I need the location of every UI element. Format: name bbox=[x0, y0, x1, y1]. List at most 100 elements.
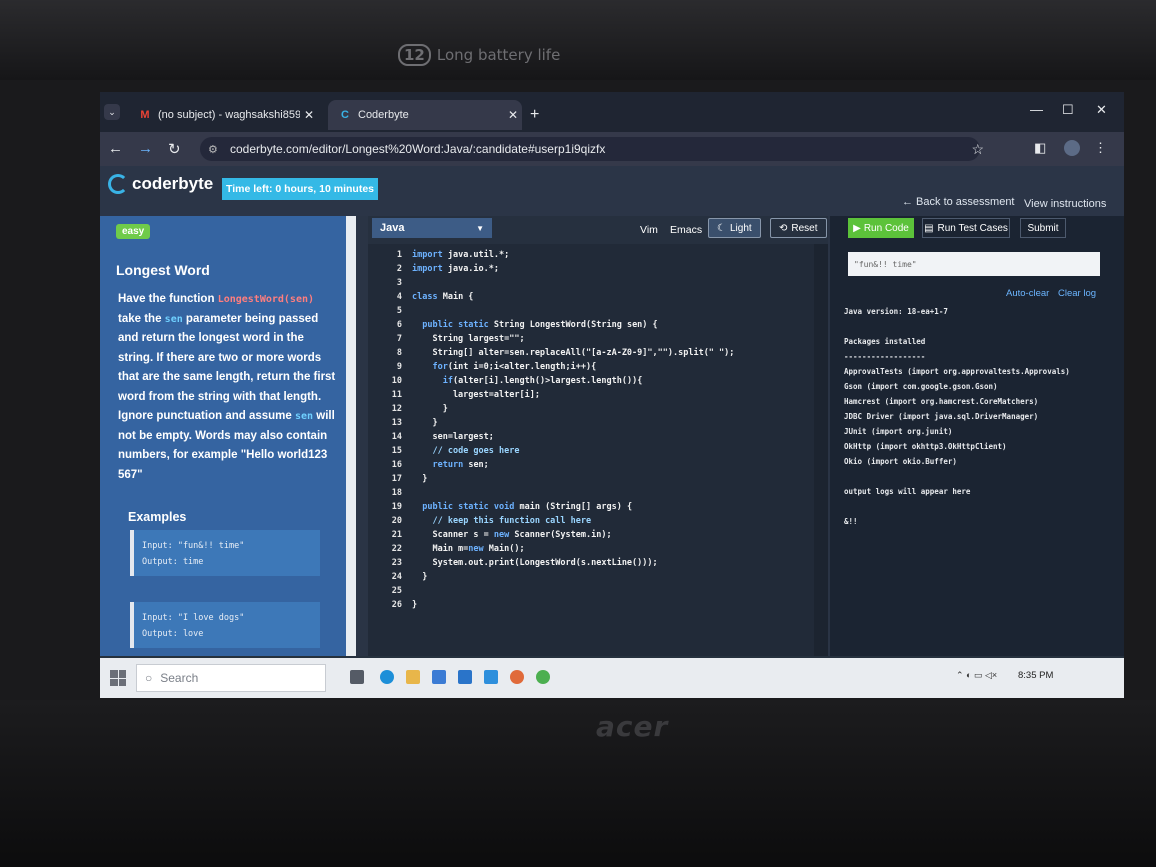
edge-icon[interactable] bbox=[380, 670, 394, 684]
code-line: } bbox=[412, 572, 428, 582]
run-code-button[interactable]: ▶ Run Code bbox=[848, 218, 914, 238]
tab-coderbyte[interactable]: C Coderbyte ✕ bbox=[328, 100, 522, 130]
code-line: System.out.print(LongestWord(s.nextLine(… bbox=[412, 558, 658, 568]
search-icon: ○ bbox=[145, 671, 153, 685]
line-number: 8 bbox=[396, 348, 402, 358]
coderbyte-page: coderbyte Time left: 0 hours, 10 minutes… bbox=[100, 166, 1124, 656]
windows-start-icon[interactable] bbox=[110, 670, 126, 686]
language-select[interactable]: Java ▼ bbox=[372, 218, 492, 238]
mail-icon[interactable] bbox=[458, 670, 472, 684]
system-tray-icons[interactable]: ⌃ ◐ ▭ ◁× bbox=[956, 670, 997, 681]
new-tab-icon[interactable]: + bbox=[530, 106, 539, 124]
close-tab-icon[interactable]: ✕ bbox=[300, 108, 318, 122]
line-number: 7 bbox=[396, 334, 402, 344]
browser-menu-icon[interactable]: ⋮ bbox=[1094, 140, 1107, 156]
site-info-icon[interactable]: ⚙ bbox=[208, 143, 224, 156]
console-output: Java version: 18-ea+1-7 Packages install… bbox=[844, 307, 1070, 526]
code-line: return sen; bbox=[432, 460, 489, 470]
taskbar-clock[interactable]: 8:35 PM bbox=[1018, 670, 1053, 681]
laptop-screen: ⌄ M (no subject) - waghsakshi8597 ✕ C Co… bbox=[100, 92, 1124, 698]
minimize-icon[interactable]: — bbox=[1030, 102, 1043, 117]
task-view-icon[interactable] bbox=[350, 670, 364, 684]
acer-logo: acer bbox=[596, 710, 669, 743]
code-line: // code goes here bbox=[432, 446, 520, 456]
light-theme-button[interactable]: ☾ Light bbox=[708, 218, 761, 238]
code-line: for(int i=0;i<alter.length;i++){ bbox=[432, 362, 597, 372]
code-lines[interactable]: import java.util.*; import java.io.*; cl… bbox=[412, 250, 734, 614]
code-line: public static void main (String[] args) … bbox=[422, 502, 633, 512]
file-explorer-icon[interactable] bbox=[406, 670, 420, 684]
vscode-icon[interactable] bbox=[484, 670, 498, 684]
store-icon[interactable] bbox=[432, 670, 446, 684]
taskbar-search[interactable]: ○ Search bbox=[136, 664, 326, 692]
vim-mode-toggle[interactable]: Vim bbox=[640, 224, 658, 236]
code-area[interactable]: 1 2 3 4 5 6 7 8 9 10 11 12 13 14 15 16 17 18 19 20 21 22 23 24 2… bbox=[368, 244, 828, 656]
line-number: 19 bbox=[391, 502, 402, 512]
reset-button[interactable]: ⟲ Reset bbox=[770, 218, 827, 238]
code-line: sen=largest; bbox=[412, 432, 494, 442]
code-line: import java.io.*; bbox=[412, 264, 500, 274]
line-number: 6 bbox=[396, 320, 402, 330]
problem-title: Longest Word bbox=[116, 262, 210, 278]
emacs-mode-toggle[interactable]: Emacs bbox=[670, 224, 702, 236]
side-panel-icon[interactable]: ◧ bbox=[1034, 140, 1046, 156]
problem-description: Have the function LongestWord(sen) take … bbox=[118, 293, 336, 481]
code-line: class Main { bbox=[412, 292, 474, 302]
battery-sticker: 12 Long battery life bbox=[398, 44, 560, 66]
line-number: 5 bbox=[396, 306, 402, 316]
line-number: 9 bbox=[396, 362, 402, 372]
windows-taskbar: ○ Search ⌃ ◐ ▭ ◁× 8:35 PM bbox=[100, 658, 1124, 698]
close-window-icon[interactable]: ✕ bbox=[1096, 102, 1107, 118]
line-number: 21 bbox=[391, 530, 402, 540]
bookmark-star-icon[interactable]: ☆ bbox=[971, 141, 984, 158]
browser-tab-bar: ⌄ M (no subject) - waghsakshi8597 ✕ C Co… bbox=[100, 92, 1124, 132]
page-header: coderbyte Time left: 0 hours, 10 minutes… bbox=[100, 166, 1124, 216]
code-line: } bbox=[412, 418, 438, 428]
custom-input-field[interactable]: "fun&!! time" bbox=[848, 252, 1100, 276]
back-arrow-icon[interactable]: ← bbox=[108, 140, 123, 157]
maximize-icon[interactable]: ☐ bbox=[1062, 102, 1074, 118]
line-number: 20 bbox=[391, 516, 402, 526]
forward-arrow-icon[interactable]: → bbox=[138, 140, 153, 157]
code-line: import java.util.*; bbox=[412, 250, 510, 260]
line-number: 16 bbox=[391, 460, 402, 470]
code-editor-panel: Java ▼ Vim Emacs ☾ Light ⟲ Reset 1234567891… bbox=[368, 216, 828, 656]
line-number: 12 bbox=[391, 404, 402, 414]
chrome-icon[interactable] bbox=[536, 670, 550, 684]
line-number: 15 bbox=[391, 446, 402, 456]
line-number: 25 bbox=[391, 586, 402, 596]
run-test-cases-button[interactable]: ▤ Run Test Cases bbox=[922, 218, 1010, 238]
close-tab-icon[interactable]: ✕ bbox=[504, 108, 522, 122]
line-number: 13 bbox=[391, 418, 402, 428]
address-bar[interactable]: ⚙ coderbyte.com/editor/Longest%20Word:Ja… bbox=[200, 137, 984, 161]
clear-log-link[interactable]: Clear log bbox=[1058, 288, 1096, 299]
reload-icon[interactable]: ↻ bbox=[168, 140, 181, 158]
profile-avatar[interactable] bbox=[1064, 140, 1080, 156]
code-line: } bbox=[412, 600, 418, 610]
line-number: 18 bbox=[391, 488, 402, 498]
tab-search-icon[interactable]: ⌄ bbox=[104, 104, 120, 120]
code-line: if(alter[i].length()>largest.length()){ bbox=[442, 376, 643, 386]
problem-scrollbar[interactable] bbox=[346, 216, 356, 656]
auto-clear-toggle[interactable]: Auto-clear bbox=[1006, 288, 1049, 299]
code-line: public static String LongestWord(String … bbox=[422, 320, 658, 330]
laptop-lid-top: 12 Long battery life bbox=[0, 0, 1156, 80]
code-line: largest=alter[i]; bbox=[412, 390, 540, 400]
code-line: Main m=new Main(); bbox=[412, 544, 525, 554]
coderbyte-logo[interactable]: coderbyte bbox=[108, 174, 213, 194]
editor-scrollbar[interactable] bbox=[814, 244, 828, 656]
line-number-gutter: 1 2 3 4 5 6 7 8 9 10 11 12 13 14 15 16 17 18 19 20 21 22 23 24 2… bbox=[368, 250, 402, 614]
gmail-icon: M bbox=[140, 109, 150, 121]
back-to-assessment-link[interactable]: ← Back to assessment bbox=[902, 196, 1015, 208]
view-instructions-link[interactable]: View instructions bbox=[1024, 198, 1106, 210]
submit-button[interactable]: Submit bbox=[1020, 218, 1066, 238]
firefox-icon[interactable] bbox=[510, 670, 524, 684]
example-box: Input: "I love dogs" Output: love bbox=[130, 602, 320, 648]
tab-gmail[interactable]: M (no subject) - waghsakshi8597 ✕ bbox=[128, 100, 318, 130]
code-line: } bbox=[412, 404, 448, 414]
line-number: 3 bbox=[396, 278, 402, 288]
